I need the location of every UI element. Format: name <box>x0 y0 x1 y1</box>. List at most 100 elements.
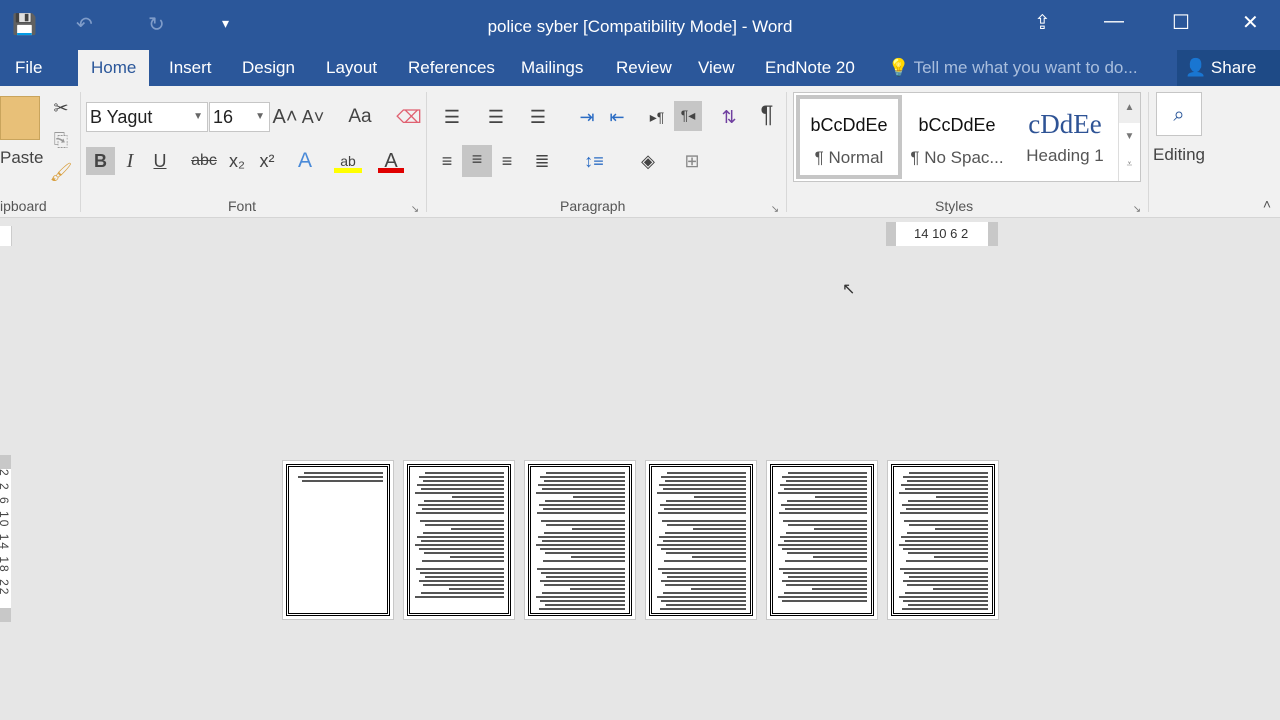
text-line <box>540 548 625 550</box>
text-line <box>783 572 867 574</box>
horizontal-ruler[interactable]: 14 10 6 2 <box>886 222 998 246</box>
styles-scroll-up[interactable]: ▲ <box>1119 93 1140 123</box>
divider <box>786 92 787 212</box>
maximize-button[interactable]: ☐ <box>1172 10 1190 35</box>
cut-icon[interactable]: ✂ <box>48 94 74 122</box>
text-line <box>787 524 867 526</box>
superscript-button[interactable]: x² <box>254 147 280 175</box>
text-line <box>692 556 746 558</box>
page-thumbnail[interactable] <box>282 460 394 620</box>
page-thumbnail[interactable] <box>766 460 878 620</box>
font-size-combo[interactable]: 16 ▼ <box>209 102 270 132</box>
tab-endnote[interactable]: EndNote 20 <box>752 50 868 86</box>
increase-indent-icon[interactable]: ⇤ <box>604 103 630 131</box>
multilevel-list-icon[interactable]: ☰ <box>520 103 556 131</box>
share-button[interactable]: 👤 Share <box>1177 50 1280 86</box>
tab-mailings[interactable]: Mailings <box>508 50 596 86</box>
tab-design[interactable]: Design <box>229 50 308 86</box>
font-color-icon[interactable]: A <box>378 147 404 173</box>
page-thumbnail[interactable] <box>524 460 636 620</box>
tab-review[interactable]: Review <box>603 50 685 86</box>
italic-button[interactable]: I <box>118 147 142 175</box>
styles-scroll-down[interactable]: ▼ <box>1119 123 1140 151</box>
tab-layout[interactable]: Layout <box>313 50 390 86</box>
tab-view[interactable]: View <box>685 50 748 86</box>
tab-file[interactable]: File <box>2 50 55 86</box>
text-line <box>418 580 504 582</box>
minimize-button[interactable]: — <box>1104 10 1124 33</box>
vertical-ruler[interactable]: 2 2 6 10 14 18 22 <box>0 455 11 622</box>
text-line <box>785 560 867 562</box>
paste-icon[interactable] <box>0 96 40 140</box>
strikethrough-button[interactable]: abc <box>190 147 218 175</box>
tab-insert[interactable]: Insert <box>156 50 225 86</box>
font-dialog-launcher-icon[interactable]: ↘ <box>408 196 422 224</box>
justify-icon[interactable]: ≣ <box>524 147 560 175</box>
paste-button[interactable]: Paste <box>0 144 43 172</box>
page-border <box>407 464 511 616</box>
text-line <box>303 472 383 474</box>
bullets-icon[interactable]: ☰ <box>434 103 470 131</box>
ltr-icon[interactable]: ▸¶ <box>644 103 670 131</box>
shrink-font-button[interactable]: A˅ <box>300 103 326 131</box>
page-thumbnail[interactable] <box>645 460 757 620</box>
text-line <box>420 572 504 574</box>
text-line <box>902 476 988 478</box>
text-line <box>777 492 867 494</box>
editing-button[interactable]: Editing <box>1148 141 1210 169</box>
close-button[interactable]: ✕ <box>1242 10 1259 35</box>
style-normal[interactable]: bCcDdEe ¶ Normal <box>796 95 902 179</box>
underline-button[interactable]: U <box>148 147 172 175</box>
copy-icon[interactable]: ⎘ <box>48 126 74 154</box>
styles-more-button[interactable]: ⩡ <box>1119 151 1140 179</box>
page-thumbnail[interactable] <box>887 460 999 620</box>
styles-dialog-launcher-icon[interactable]: ↘ <box>1130 196 1144 224</box>
page-thumbnail[interactable] <box>403 460 515 620</box>
font-name-combo[interactable]: B Yagut ▼ <box>86 102 208 132</box>
text-line <box>900 484 988 486</box>
tell-me-search[interactable]: 💡 Tell me what you want to do... <box>888 50 1138 86</box>
sort-icon[interactable]: ⇅ <box>716 103 742 131</box>
numbering-icon[interactable]: ☰ <box>478 103 514 131</box>
change-case-button[interactable]: Aa <box>340 103 380 131</box>
find-icon[interactable]: ⌕ <box>1156 92 1202 136</box>
tab-references[interactable]: References <box>395 50 508 86</box>
text-line <box>450 528 504 530</box>
text-line <box>899 568 988 570</box>
collapse-ribbon-icon[interactable]: ˄ <box>1254 190 1280 218</box>
align-center-icon[interactable]: ≡ <box>462 145 492 177</box>
tab-selector[interactable] <box>0 226 12 246</box>
style-heading-1[interactable]: cDdEe Heading 1 <box>1012 95 1118 179</box>
text-line <box>783 520 867 522</box>
rtl-icon[interactable]: ¶◂ <box>674 101 702 131</box>
paragraph-dialog-launcher-icon[interactable]: ↘ <box>768 196 782 224</box>
line-spacing-icon[interactable]: ↕≡ <box>576 147 612 175</box>
ribbon-display-options-button[interactable]: ⇪ <box>1034 10 1051 35</box>
text-line <box>537 536 625 538</box>
format-painter-icon[interactable]: 🖌 <box>48 158 74 186</box>
style-sample: bCcDdEe <box>810 115 888 135</box>
align-left-icon[interactable]: ≡ <box>434 147 460 175</box>
text-line <box>414 544 504 546</box>
clear-formatting-icon[interactable]: ⌫ <box>396 103 422 131</box>
subscript-button[interactable]: x₂ <box>224 147 250 175</box>
text-effects-icon[interactable]: A <box>292 147 318 175</box>
bold-button[interactable]: B <box>86 147 115 175</box>
show-formatting-button[interactable]: ¶ <box>754 101 780 129</box>
grow-font-button[interactable]: A˄ <box>272 103 298 131</box>
shading-icon[interactable]: ◈ <box>630 147 666 175</box>
align-right-icon[interactable]: ≡ <box>494 147 520 175</box>
text-line <box>661 548 746 550</box>
text-line <box>665 552 746 554</box>
borders-icon[interactable]: ⊞ <box>674 147 710 175</box>
tab-home[interactable]: Home <box>78 50 150 86</box>
ribbon-tabs: File Home Insert Design Layout Reference… <box>0 50 1280 86</box>
style-no-spacing[interactable]: bCcDdEe ¶ No Spac... <box>904 95 1010 179</box>
text-line <box>908 472 988 474</box>
decrease-indent-icon[interactable]: ⇥ <box>574 103 600 131</box>
text-line <box>544 480 625 482</box>
highlight-color-icon[interactable]: ab <box>334 147 362 173</box>
page-border <box>770 464 874 616</box>
text-line <box>537 484 625 486</box>
text-line <box>302 480 383 482</box>
